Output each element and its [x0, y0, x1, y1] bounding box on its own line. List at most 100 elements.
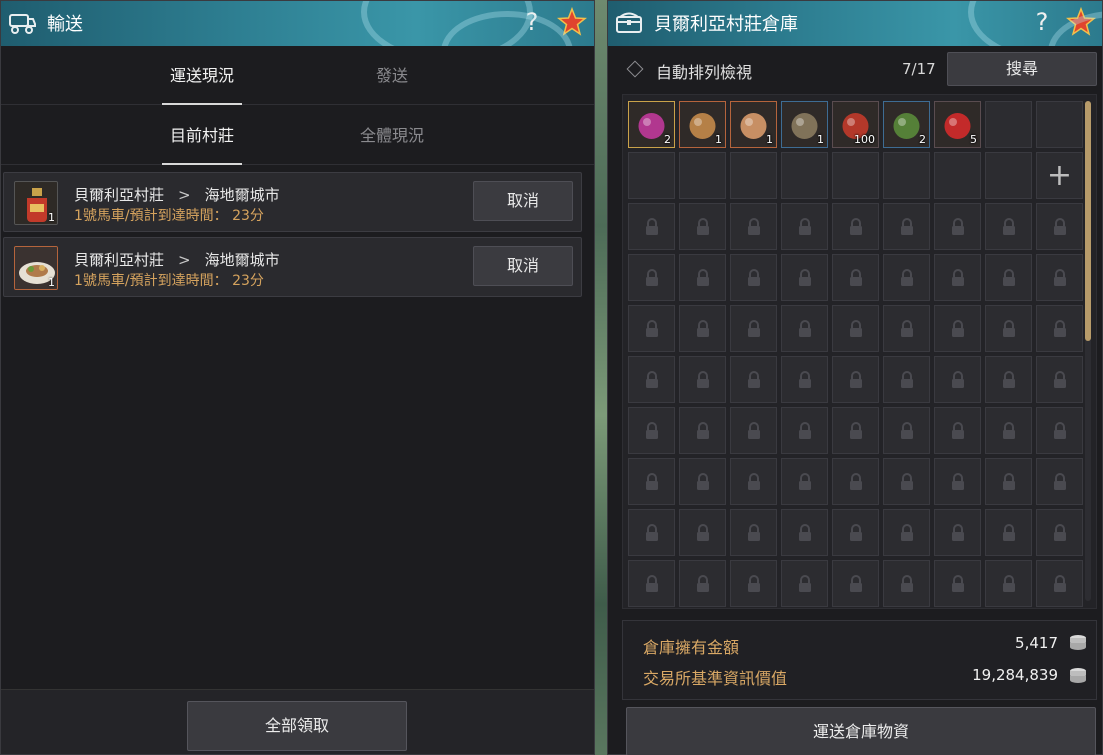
locked-slot [934, 560, 981, 607]
claim-all-button[interactable]: 全部領取 [187, 701, 407, 751]
favorite-star-icon[interactable] [1066, 6, 1096, 38]
lock-icon [1003, 320, 1015, 337]
route-origin: 貝爾利亞村莊 [74, 186, 165, 204]
help-button[interactable]: ? [521, 7, 543, 37]
tab-send[interactable]: 發送 [352, 47, 432, 105]
help-button[interactable]: ? [1031, 7, 1053, 37]
item-qty: 5 [970, 133, 977, 146]
delivery-route: 貝爾利亞村莊 > 海地爾城市 [74, 184, 280, 205]
search-button[interactable]: 搜尋 [947, 52, 1097, 86]
tab-shipping-status[interactable]: 運送現況 [162, 47, 242, 105]
empty-slot[interactable] [781, 152, 828, 199]
locked-slot [679, 407, 726, 454]
cancel-button[interactable]: 取消 [473, 181, 573, 221]
lock-icon [697, 524, 709, 541]
empty-slot[interactable] [628, 152, 675, 199]
storage-item-slot[interactable]: 2 [883, 101, 930, 148]
locked-slot [781, 458, 828, 505]
tab-all-status[interactable]: 全體現況 [352, 107, 432, 165]
lock-icon [901, 269, 913, 286]
locked-slot [730, 305, 777, 352]
locked-slot [832, 509, 879, 556]
favorite-star-icon[interactable] [557, 6, 587, 38]
lock-icon [901, 320, 913, 337]
empty-slot[interactable] [730, 152, 777, 199]
empty-slot[interactable] [832, 152, 879, 199]
storage-item-slot[interactable]: 1 [781, 101, 828, 148]
locked-slot [1036, 509, 1083, 556]
lock-icon [1054, 371, 1066, 388]
locked-slot [883, 203, 930, 250]
lock-icon [799, 473, 811, 490]
storage-scrollbar[interactable] [1085, 101, 1091, 601]
storage-item-slot[interactable]: 1 [679, 101, 726, 148]
storage-item-slot[interactable]: 2 [628, 101, 675, 148]
locked-slot [883, 305, 930, 352]
silver-coin-icon [1070, 635, 1086, 650]
lock-icon [952, 575, 964, 592]
empty-slot[interactable] [934, 152, 981, 199]
storage-grid: 2 1 1 1 100 2 5 + [622, 94, 1097, 609]
locked-slot [832, 254, 879, 301]
locked-slot [883, 356, 930, 403]
lock-icon [952, 524, 964, 541]
lock-icon [1003, 269, 1015, 286]
storage-money-label: 倉庫擁有金額 [643, 638, 740, 657]
storage-titlebar[interactable]: 貝爾利亞村莊倉庫 ? [608, 1, 1102, 46]
locked-slot [1036, 356, 1083, 403]
route-origin: 貝爾利亞村莊 [74, 251, 165, 269]
scrollbar-thumb[interactable] [1085, 101, 1091, 341]
lock-icon [799, 218, 811, 235]
lock-icon [850, 269, 862, 286]
item-qty: 2 [919, 133, 926, 146]
empty-slot[interactable] [679, 152, 726, 199]
cancel-button[interactable]: 取消 [473, 246, 573, 286]
storage-item-slot[interactable]: 100 [832, 101, 879, 148]
lock-icon [901, 524, 913, 541]
empty-slot[interactable] [985, 101, 1032, 148]
storage-item-slot[interactable]: 1 [730, 101, 777, 148]
empty-slot[interactable] [1036, 101, 1083, 148]
transport-window: 輸送 ? 運送現況 發送 目前村莊 全體現況 1 貝爾利亞村莊 > 海地爾城市 1號… [0, 0, 595, 755]
tab-current-village[interactable]: 目前村莊 [162, 107, 242, 165]
item-qty: 100 [854, 133, 875, 146]
plus-icon: + [1046, 158, 1073, 193]
locked-slot [679, 305, 726, 352]
locked-slot [934, 407, 981, 454]
lock-icon [697, 473, 709, 490]
locked-slot [679, 560, 726, 607]
transport-footer: 全部領取 [1, 689, 594, 754]
route-destination: 海地爾城市 [204, 186, 280, 204]
delivery-eta: 1號馬車/預計到達時間： 23分 [74, 273, 264, 289]
lock-icon [646, 269, 658, 286]
lock-icon [646, 524, 658, 541]
locked-slot [781, 254, 828, 301]
lock-icon [901, 473, 913, 490]
locked-slot [679, 254, 726, 301]
lock-icon [952, 473, 964, 490]
locked-slot [985, 305, 1032, 352]
ship-storage-items-button[interactable]: 運送倉庫物資 [626, 707, 1096, 755]
lock-icon [697, 218, 709, 235]
lock-icon [1003, 422, 1015, 439]
delivery-item-qty: 1 [48, 211, 55, 224]
lock-icon [952, 422, 964, 439]
storage-item-slot[interactable]: 5 [934, 101, 981, 148]
empty-slot[interactable] [985, 152, 1032, 199]
lock-icon [646, 320, 658, 337]
locked-slot [679, 509, 726, 556]
lock-icon [799, 320, 811, 337]
slot-count: 7/17 [902, 60, 936, 78]
lock-icon [748, 218, 760, 235]
expand-slot-button[interactable]: + [1036, 152, 1083, 199]
lock-icon [748, 575, 760, 592]
locked-slot [730, 509, 777, 556]
storage-money-panel: 倉庫擁有金額 5,417 交易所基準資訊價值 19,284,839 [622, 620, 1097, 700]
auto-sort-checkbox[interactable] [626, 60, 644, 78]
locked-slot [628, 356, 675, 403]
locked-slot [781, 305, 828, 352]
locked-slot [934, 305, 981, 352]
empty-slot[interactable] [883, 152, 930, 199]
transport-titlebar[interactable]: 輸送 ? [1, 1, 594, 46]
lock-icon [1054, 524, 1066, 541]
